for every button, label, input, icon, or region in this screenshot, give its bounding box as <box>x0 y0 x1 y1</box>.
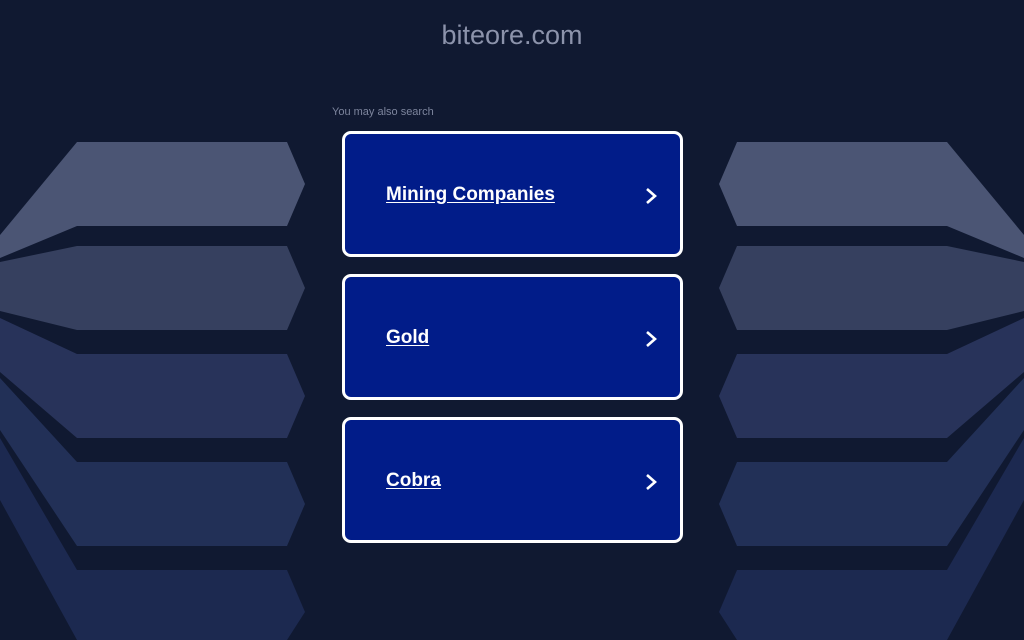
link-label[interactable]: Cobra <box>386 470 441 492</box>
parked-domain-page: biteore.com You may also search Mining C… <box>0 0 1024 640</box>
link-label[interactable]: Gold <box>386 327 429 349</box>
link-label[interactable]: Mining Companies <box>386 184 555 206</box>
chevron-right-icon <box>646 474 657 490</box>
domain-title: biteore.com <box>441 20 583 50</box>
related-link-mining-companies[interactable]: Mining Companies <box>342 131 683 257</box>
related-link-cobra[interactable]: Cobra <box>342 417 683 543</box>
related-links-list: Mining Companies Gold Cobra <box>342 131 684 560</box>
related-link-gold[interactable]: Gold <box>342 274 683 400</box>
search-hint-label: You may also search <box>332 106 434 118</box>
chevron-right-icon <box>646 331 657 347</box>
chevron-right-icon <box>646 188 657 204</box>
